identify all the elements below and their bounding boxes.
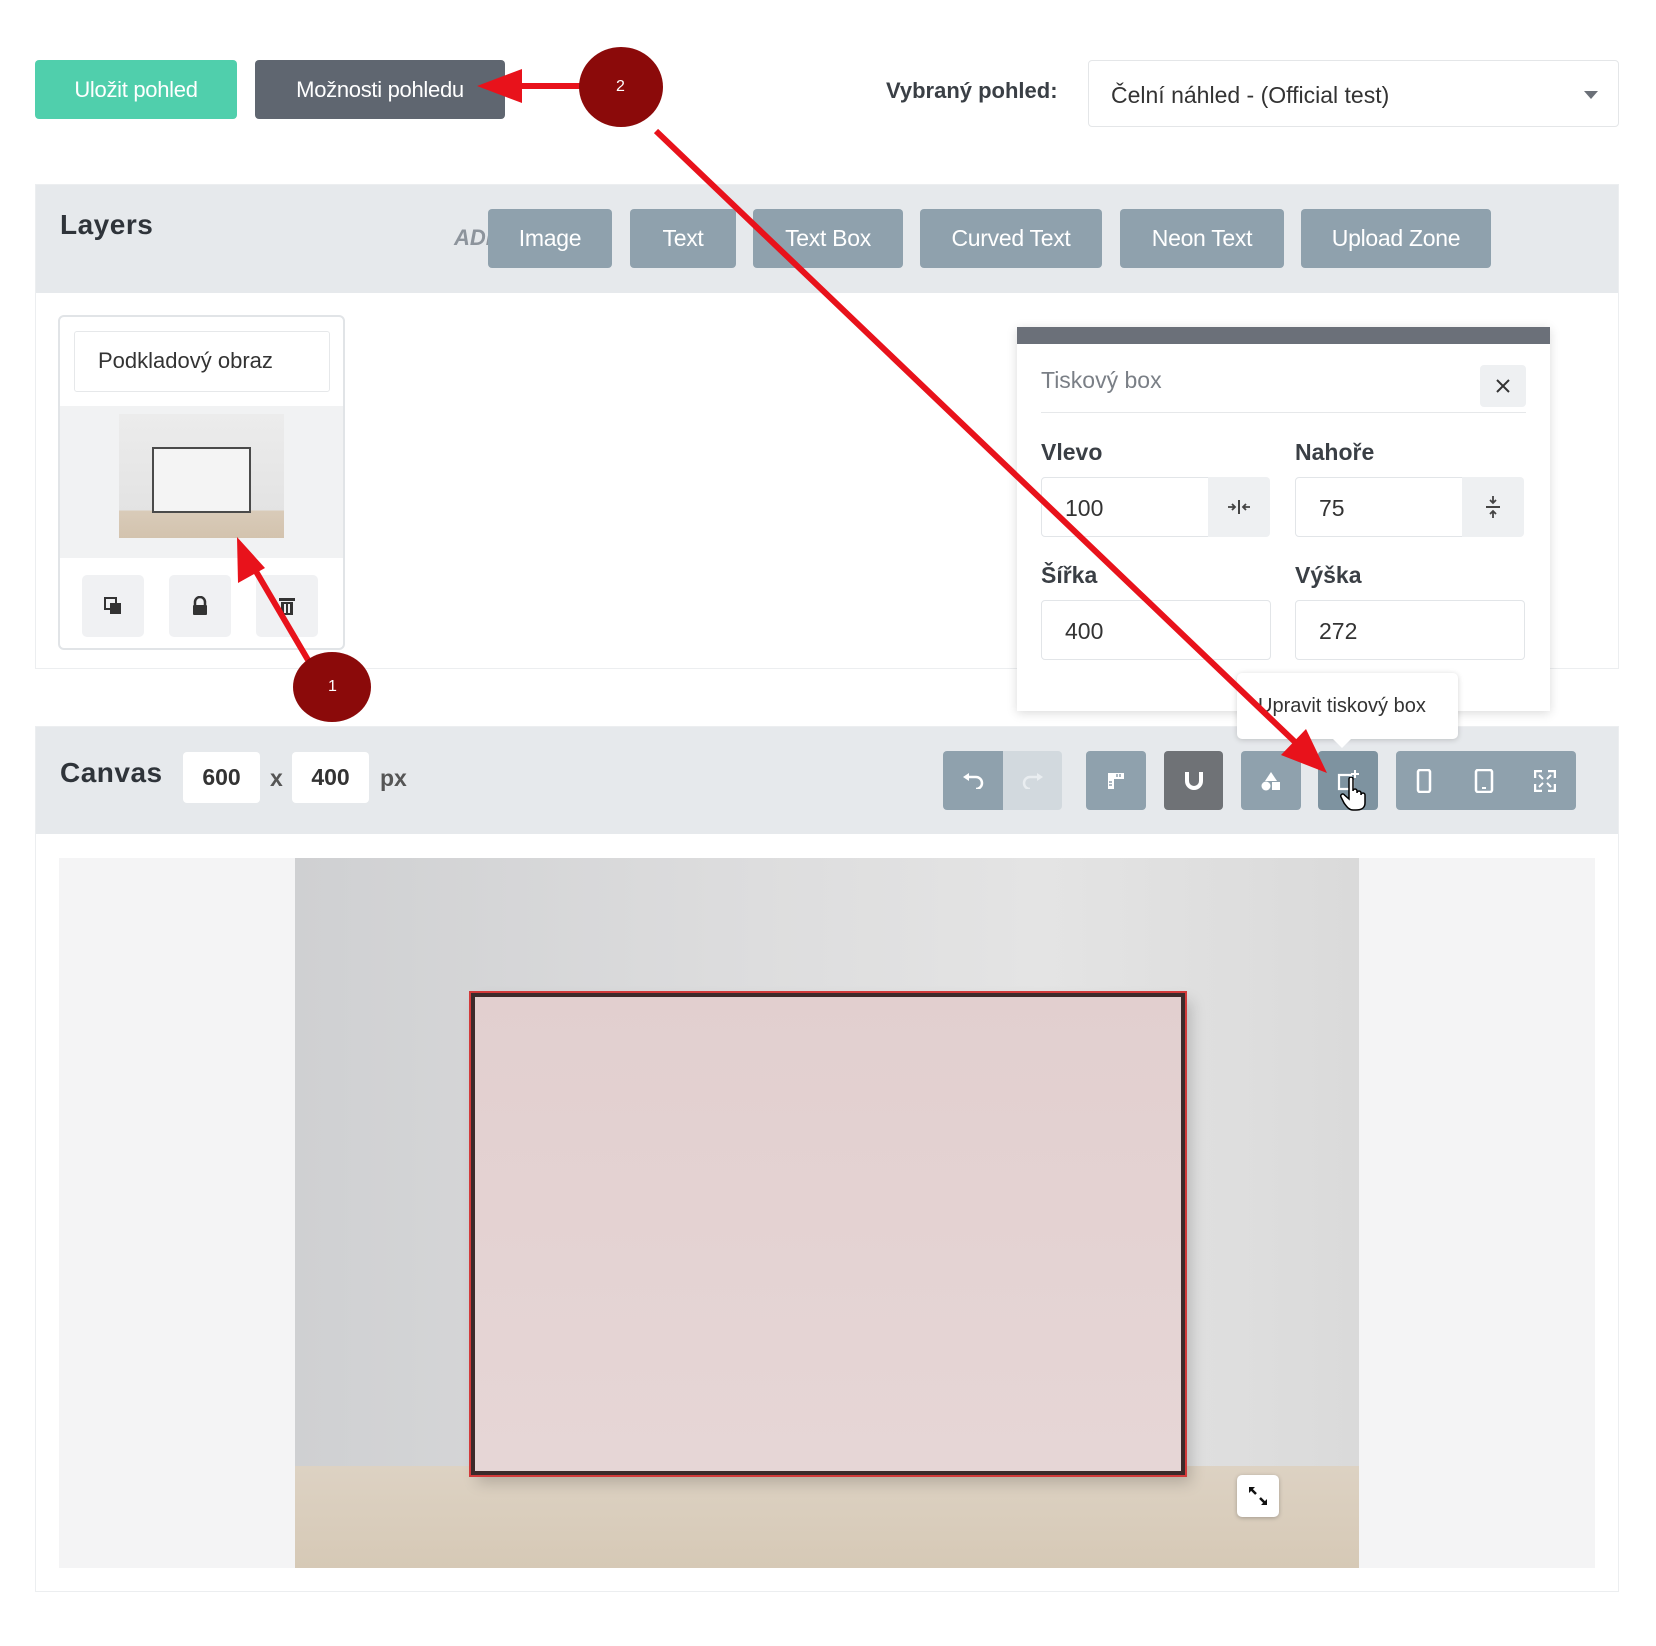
- view-select-value: Čelní náhled - (Official test): [1111, 82, 1390, 108]
- add-text-box-button[interactable]: Text Box: [753, 209, 903, 268]
- center-horizontal-icon: [1228, 500, 1250, 514]
- height-input[interactable]: 272: [1295, 600, 1525, 660]
- top-input[interactable]: 75: [1295, 477, 1463, 537]
- tablet-icon: [1474, 768, 1494, 794]
- lock-layer-button[interactable]: [169, 575, 231, 637]
- device-preview-group: [1396, 751, 1576, 810]
- shapes-icon: [1261, 771, 1280, 790]
- ruler-button[interactable]: [1086, 751, 1146, 810]
- dimension-unit: px: [380, 765, 407, 791]
- phone-preview-button[interactable]: [1416, 768, 1432, 798]
- canvas-panel: Canvas 600 x 400 px: [35, 726, 1619, 1592]
- undo-button[interactable]: [943, 751, 1003, 810]
- caret-down-icon: [1584, 91, 1598, 99]
- printbox-divider: [1041, 412, 1526, 413]
- magnet-button[interactable]: [1164, 751, 1223, 810]
- left-label: Vlevo: [1041, 439, 1103, 465]
- undo-icon: [963, 772, 984, 789]
- print-area-frame[interactable]: [469, 991, 1187, 1477]
- layers-header: Layers ADD Image Text Text Box Curved Te…: [36, 185, 1618, 293]
- ruler-icon: [1108, 772, 1124, 789]
- duplicate-layer-button[interactable]: [82, 575, 144, 637]
- floor: [295, 1466, 1359, 1568]
- lock-icon: [193, 596, 207, 615]
- center-horizontal-button[interactable]: [1208, 477, 1270, 537]
- annotation-marker-1-label: 1: [328, 678, 337, 695]
- hand-cursor-icon: [1340, 777, 1366, 811]
- add-text-button[interactable]: Text: [630, 209, 736, 268]
- magnet-icon: [1184, 771, 1203, 790]
- delete-layer-button[interactable]: [256, 575, 318, 637]
- add-neon-text-button[interactable]: Neon Text: [1120, 209, 1284, 268]
- printbox-title: Tiskový box: [1041, 367, 1162, 393]
- tablet-preview-button[interactable]: [1474, 768, 1494, 798]
- top-label: Nahoře: [1295, 439, 1375, 465]
- printbox-topbar: [1017, 327, 1550, 344]
- close-icon: [1496, 379, 1510, 393]
- layer-name-field[interactable]: Podkladový obraz: [74, 331, 330, 392]
- canvas-area: [59, 858, 1595, 1568]
- width-input[interactable]: 400: [1041, 600, 1271, 660]
- view-select[interactable]: Čelní náhled - (Official test): [1088, 60, 1619, 127]
- selected-view-label: Vybraný pohled:: [886, 78, 1058, 103]
- printbox-close-button[interactable]: [1480, 365, 1526, 407]
- redo-icon: [1022, 772, 1043, 789]
- printbox-popover: Tiskový box Vlevo 100 Nahoře 75 Šířka 40…: [1017, 327, 1550, 711]
- thumbnail-frame: [152, 447, 251, 513]
- add-curved-text-button[interactable]: Curved Text: [920, 209, 1102, 268]
- resize-handle[interactable]: [1237, 1475, 1279, 1517]
- dimension-separator: x: [270, 765, 283, 791]
- tooltip-arrow: [1333, 739, 1351, 748]
- canvas-header: Canvas 600 x 400 px: [36, 727, 1618, 834]
- fullscreen-preview-button[interactable]: [1533, 769, 1557, 797]
- canvas-width-input[interactable]: 600: [183, 752, 260, 803]
- redo-button[interactable]: [1003, 751, 1062, 810]
- resize-icon: [1249, 1487, 1267, 1505]
- trash-icon: [279, 598, 295, 615]
- fullscreen-icon: [1533, 769, 1557, 793]
- printbox-tooltip: Upravit tiskový box: [1237, 673, 1458, 748]
- view-options-button[interactable]: Možnosti pohledu: [255, 60, 505, 119]
- annotation-marker-2-label: 2: [616, 78, 625, 95]
- shapes-button[interactable]: [1241, 751, 1301, 810]
- duplicate-icon: [104, 597, 121, 614]
- canvas-title: Canvas: [60, 757, 163, 788]
- tooltip-text: Upravit tiskový box: [1258, 695, 1426, 717]
- left-input[interactable]: 100: [1041, 477, 1209, 537]
- height-label: Výška: [1295, 562, 1362, 588]
- layer-card[interactable]: Podkladový obraz: [58, 315, 345, 650]
- layer-thumbnail[interactable]: [119, 414, 284, 538]
- layer-thumbnail-area: [60, 406, 343, 558]
- center-vertical-button[interactable]: [1462, 477, 1524, 537]
- save-view-button[interactable]: Uložit pohled: [35, 60, 237, 119]
- center-vertical-icon: [1486, 496, 1500, 518]
- mockup-image: [295, 858, 1359, 1568]
- width-label: Šířka: [1041, 562, 1098, 588]
- add-image-button[interactable]: Image: [488, 209, 612, 268]
- phone-icon: [1416, 768, 1432, 794]
- add-upload-zone-button[interactable]: Upload Zone: [1301, 209, 1491, 268]
- canvas-height-input[interactable]: 400: [292, 752, 369, 803]
- layers-title: Layers: [60, 209, 154, 240]
